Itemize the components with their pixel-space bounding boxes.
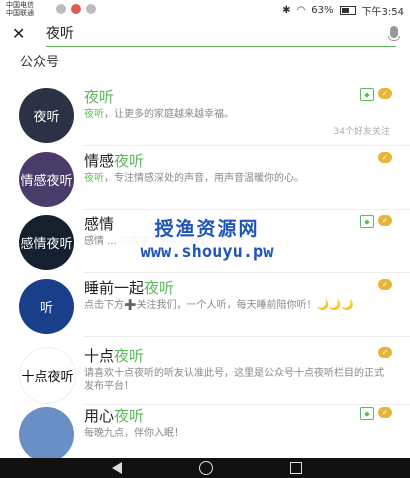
badge-group: ◆ ✓ bbox=[360, 88, 392, 101]
list-item[interactable]: 听睡前一起夜听点击下方➕关注我们，一个人听，每天睡前陪你听！🌙🌙🌙 ✓ bbox=[0, 275, 410, 337]
badge-group: ✓ bbox=[378, 347, 392, 358]
signal-icon bbox=[56, 4, 66, 14]
carrier-1: 中国电信 bbox=[6, 1, 34, 9]
avatar: 感情夜听 bbox=[19, 215, 74, 270]
check-badge-icon: ✓ bbox=[378, 279, 392, 290]
list-item[interactable]: 用心夜听 每晚九点，伴你入眠！ ◆ ✓ bbox=[0, 403, 410, 465]
account-name-prefix: 十点 bbox=[84, 347, 115, 365]
recent-apps-icon[interactable] bbox=[290, 462, 302, 474]
row-divider bbox=[84, 145, 410, 146]
check-badge-icon: ✓ bbox=[378, 347, 392, 358]
description-text: ，专注情感深处的声音，用声音温暖你的心。 bbox=[104, 173, 304, 184]
section-title: 公众号 bbox=[20, 55, 60, 70]
avatar: 十点夜听 bbox=[19, 347, 76, 404]
account-name-highlight: 夜听 bbox=[114, 347, 145, 365]
status-right: ✱ ◠ 63% 下午3:54 bbox=[282, 3, 404, 18]
account-description: 夜听，让更多的家庭越来越幸福。 bbox=[84, 108, 384, 121]
badge-group: ◆ ✓ bbox=[360, 215, 392, 228]
verified-shield-icon: ◆ bbox=[360, 88, 374, 101]
account-name-prefix: 用心 bbox=[84, 407, 115, 425]
avatar: 夜听 bbox=[19, 88, 74, 143]
avatar bbox=[19, 407, 74, 462]
clock: 下午3:54 bbox=[361, 7, 404, 18]
verified-shield-icon: ◆ bbox=[360, 407, 374, 420]
wifi-icon: ◠ bbox=[296, 5, 306, 16]
watermark-line-2: www.shouyu.pw bbox=[140, 242, 274, 262]
description-text: 每晚九点，伴你入眠！ bbox=[84, 428, 184, 439]
description-highlight: 夜听 bbox=[84, 109, 104, 120]
account-name: 用心夜听 bbox=[84, 405, 144, 426]
carrier-info: 中国电信 中国联通 bbox=[6, 1, 34, 17]
navigation-bar bbox=[0, 458, 410, 478]
verified-shield-icon: ◆ bbox=[360, 215, 374, 228]
description-text: 请喜欢十点夜听的听友认准此号，这里是公众号十点夜听栏目的正式发布平台！ bbox=[84, 368, 384, 392]
account-name-prefix: 睡前一起 bbox=[84, 279, 145, 297]
account-description: 每晚九点，伴你入眠！ bbox=[84, 427, 384, 440]
close-icon[interactable]: ✕ bbox=[12, 20, 25, 48]
avatar: 情感夜听 bbox=[19, 152, 74, 207]
badge-group: ✓ bbox=[378, 279, 392, 290]
account-description: 夜听，专注情感深处的声音，用声音温暖你的心。 bbox=[84, 172, 384, 185]
description-text: ，让更多的家庭越来越幸福。 bbox=[104, 109, 234, 120]
status-bar: 中国电信 中国联通 ✱ ◠ 63% 下午3:54 bbox=[0, 0, 410, 20]
description-text: 点击下方➕关注我们，一个人听，每天睡前陪你听！🌙🌙🌙 bbox=[84, 300, 354, 311]
account-name: 睡前一起夜听 bbox=[84, 277, 174, 298]
app-icon bbox=[86, 4, 96, 14]
bluetooth-icon: ✱ bbox=[282, 5, 291, 16]
battery-percent: 63% bbox=[311, 5, 334, 16]
battery-fill bbox=[341, 8, 350, 13]
notification-icons bbox=[56, 4, 96, 14]
check-badge-icon: ✓ bbox=[378, 152, 392, 163]
back-icon[interactable] bbox=[112, 462, 122, 474]
account-name-highlight: 夜听 bbox=[114, 407, 145, 425]
account-name-highlight: 夜听 bbox=[114, 152, 145, 170]
list-item[interactable]: 十点夜听 十点夜听 请喜欢十点夜听的听友认准此号，这里是公众号十点夜听栏目的正式发布… bbox=[0, 343, 410, 405]
check-badge-icon: ✓ bbox=[378, 215, 392, 226]
microphone-icon[interactable] bbox=[388, 26, 400, 41]
account-description: 请喜欢十点夜听的听友认准此号，这里是公众号十点夜听栏目的正式发布平台！ bbox=[84, 367, 384, 393]
badge-group: ◆ ✓ bbox=[360, 407, 392, 420]
watermark: 授渔资源网 www.shouyu.pw bbox=[118, 210, 296, 270]
row-divider bbox=[84, 336, 410, 337]
avatar: 听 bbox=[19, 279, 74, 334]
search-underline bbox=[46, 46, 396, 47]
account-name-prefix: 情感 bbox=[84, 152, 115, 170]
list-item[interactable]: 夜听 夜听 夜听，让更多的家庭越来越幸福。 34个好友关注 ◆ ✓ bbox=[0, 84, 410, 146]
description-highlight: 夜听 bbox=[84, 173, 104, 184]
badge-group: ✓ bbox=[378, 152, 392, 163]
search-bar: ✕ 夜听 bbox=[0, 20, 410, 48]
account-name-highlight: 夜听 bbox=[84, 88, 115, 106]
battery-icon bbox=[339, 6, 356, 15]
list-item[interactable]: 情感夜听 情感夜听 夜听，专注情感深处的声音，用声音温暖你的心。 ✓ bbox=[0, 148, 410, 210]
check-badge-icon: ✓ bbox=[378, 88, 392, 99]
watermark-line-1: 授渔资源网 bbox=[154, 218, 260, 240]
account-name: 感情 bbox=[84, 213, 114, 234]
account-name: 夜听 bbox=[84, 86, 114, 107]
account-name-highlight: 夜听 bbox=[144, 279, 175, 297]
account-name-prefix: 感情 bbox=[84, 215, 115, 233]
notification-icon bbox=[71, 4, 81, 14]
row-divider bbox=[84, 272, 410, 273]
home-icon[interactable] bbox=[199, 461, 213, 475]
check-badge-icon: ✓ bbox=[378, 407, 392, 418]
account-description: 点击下方➕关注我们，一个人听，每天睡前陪你听！🌙🌙🌙 bbox=[84, 299, 384, 312]
search-input[interactable]: 夜听 bbox=[46, 24, 74, 44]
friends-following-count: 34个好友关注 bbox=[333, 127, 390, 137]
account-name: 情感夜听 bbox=[84, 150, 144, 171]
carrier-2: 中国联通 bbox=[6, 9, 34, 17]
account-name: 十点夜听 bbox=[84, 345, 144, 366]
